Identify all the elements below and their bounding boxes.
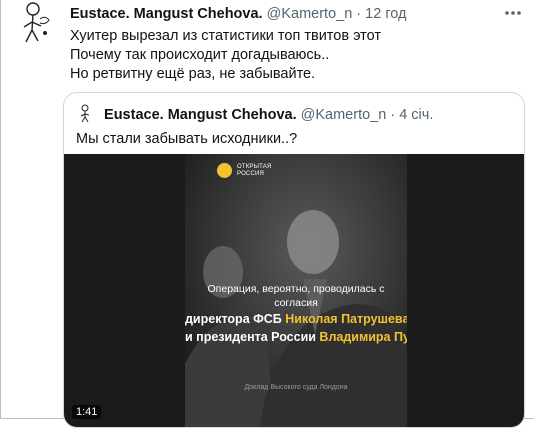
channel-logo: ОТКРЫТАЯ РОССИЯ bbox=[217, 163, 272, 178]
caption-line2-prefix: директора ФСБ bbox=[185, 312, 286, 326]
caption-line1: Операция, вероятно, проводилась с соглас… bbox=[207, 283, 385, 309]
caption-line2: директора ФСБ Николая Патрушева bbox=[185, 310, 407, 328]
logo-line1: ОТКРЫТАЯ bbox=[237, 164, 272, 170]
tweet-text: Хуитер вырезал из статистики топ твитов … bbox=[70, 28, 382, 82]
tweet-container[interactable]: Eustace. Mangust Chehova. @Kamerto_n · 1… bbox=[0, 0, 534, 428]
video-duration-badge: 1:41 bbox=[72, 405, 102, 419]
caption-line3-prefix: и президента России bbox=[185, 330, 320, 344]
tweet-header: Eustace. Mangust Chehova. @Kamerto_n · 1… bbox=[70, 5, 407, 24]
logo-line2: РОССИЯ bbox=[237, 171, 265, 177]
author-handle[interactable]: @Kamerto_n bbox=[267, 6, 353, 22]
more-horizontal-icon[interactable] bbox=[502, 6, 524, 20]
video-frame[interactable]: ОТКРЫТАЯ РОССИЯ Операция, вероятно, пров… bbox=[185, 154, 407, 427]
quoted-author-name[interactable]: Eustace. Mangust Chehova. bbox=[104, 107, 297, 123]
author-name[interactable]: Eustace. Mangust Chehova. bbox=[70, 6, 263, 22]
quoted-avatar bbox=[76, 103, 96, 123]
quoted-separator-dot: · bbox=[390, 107, 396, 123]
logo-mark-icon bbox=[217, 163, 232, 178]
video-caption: Операция, вероятно, проводилась с соглас… bbox=[185, 282, 407, 346]
video-player[interactable]: ОТКРЫТАЯ РОССИЯ Операция, вероятно, пров… bbox=[64, 154, 524, 427]
quoted-author-handle[interactable]: @Kamerto_n bbox=[301, 107, 387, 123]
caption-line3: и президента России Владимира Путина* bbox=[185, 328, 407, 346]
caption-line2-highlight: Николая Патрушева bbox=[285, 312, 407, 326]
video-footnote: Доклад Высокого суда Лондона bbox=[244, 384, 348, 391]
avatar[interactable] bbox=[13, 0, 61, 48]
quoted-time[interactable]: 4 січ. bbox=[399, 107, 433, 123]
quoted-header: Eustace. Mangust Chehova. @Kamerto_n · 4… bbox=[76, 103, 433, 125]
quoted-tweet[interactable]: Eustace. Mangust Chehova. @Kamerto_n · 4… bbox=[63, 92, 525, 428]
caption-line3-highlight: Владимира Путина bbox=[319, 330, 407, 344]
separator-dot: · bbox=[356, 6, 362, 22]
tweet-time[interactable]: 12 год bbox=[365, 6, 406, 22]
quoted-text: Мы стали забывать исходники..? bbox=[76, 131, 298, 147]
